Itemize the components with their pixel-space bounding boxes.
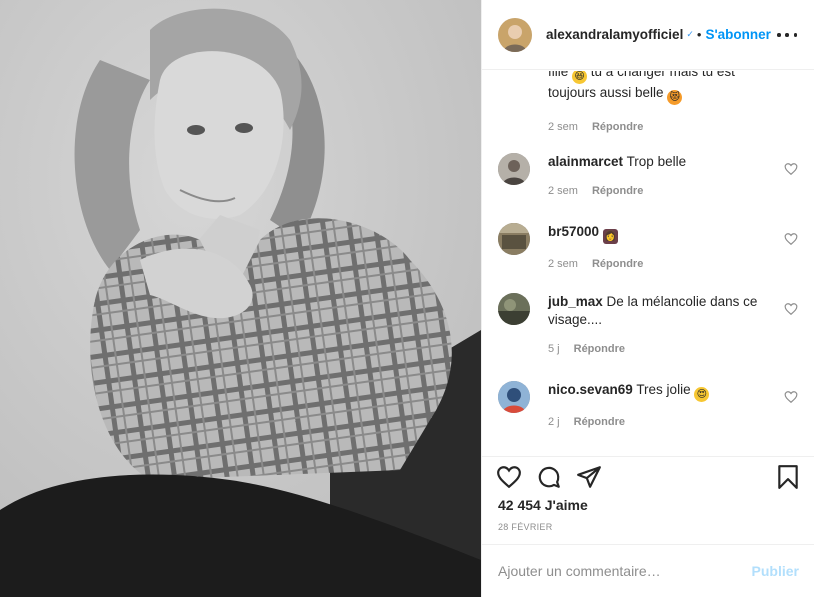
- publish-button[interactable]: Publier: [752, 563, 799, 579]
- like-comment-heart-icon[interactable]: [784, 390, 798, 404]
- comment-partial: fille 😆 tu a changer mais tu est toujour…: [548, 71, 778, 133]
- comment-icon[interactable]: [536, 464, 562, 490]
- comment-text: alainmarcet Trop belle: [548, 154, 687, 169]
- portrait-image: [0, 0, 481, 597]
- post-actions: 42 454 J'aime 28 février: [482, 456, 814, 544]
- comment-meta: 2 sem Répondre: [548, 185, 768, 197]
- post-photo[interactable]: [0, 0, 481, 597]
- comment-time: 2 sem: [548, 258, 578, 270]
- like-comment-heart-icon[interactable]: [784, 302, 798, 316]
- separator-dot: •: [696, 27, 702, 42]
- bookmark-icon[interactable]: [775, 464, 801, 490]
- comments-list[interactable]: fille 😆 tu a changer mais tu est toujour…: [482, 71, 814, 456]
- grinning-squint-face-emoji-icon: 😆: [572, 71, 588, 84]
- reply-button[interactable]: Répondre: [592, 121, 643, 133]
- reply-button[interactable]: Répondre: [574, 343, 625, 355]
- reply-button[interactable]: Répondre: [592, 258, 643, 270]
- heart-eyes-face-emoji-icon: 😍: [694, 387, 710, 402]
- commenter-avatar[interactable]: [498, 293, 530, 325]
- comment-meta: 2 sem Répondre: [548, 258, 768, 270]
- comment-time: 2 j: [548, 416, 560, 428]
- comment-text: br57000 👩: [548, 223, 768, 244]
- comment-meta: 2 sem Répondre: [548, 121, 778, 133]
- more-options-icon[interactable]: [777, 25, 797, 45]
- author-avatar[interactable]: [498, 17, 532, 52]
- commenter-username[interactable]: nico.sevan69: [548, 382, 633, 397]
- verified-badge-icon: ✓: [686, 29, 694, 39]
- commenter-username[interactable]: br57000: [548, 224, 599, 239]
- post-header: alexandralamyofficiel ✓ • S'abonner: [482, 0, 814, 70]
- reply-button[interactable]: Répondre: [574, 416, 625, 428]
- comment-meta: 2 j Répondre: [548, 416, 768, 428]
- commenter-username[interactable]: jub_max: [548, 294, 603, 309]
- author-username[interactable]: alexandralamyofficiel: [546, 27, 683, 42]
- comment-composer: Publier: [482, 544, 814, 597]
- comment-text: fille 😆 tu a changer mais tu est toujour…: [548, 71, 735, 105]
- cat-face-emoji-icon: 😻: [667, 90, 683, 105]
- comment-text: jub_max De la mélancolie dans ce visage.…: [548, 294, 758, 327]
- like-comment-heart-icon[interactable]: [784, 162, 798, 176]
- follow-button[interactable]: S'abonner: [705, 27, 770, 42]
- likes-count[interactable]: 42 454 J'aime: [498, 497, 588, 513]
- heart-icon[interactable]: [496, 464, 522, 490]
- share-icon[interactable]: [576, 464, 602, 490]
- reply-button[interactable]: Répondre: [592, 185, 643, 197]
- commenter-avatar[interactable]: [498, 381, 530, 413]
- like-comment-heart-icon[interactable]: [784, 232, 798, 246]
- commenter-avatar[interactable]: [498, 153, 530, 185]
- commenter-username[interactable]: alainmarcet: [548, 154, 623, 169]
- comment-time: 2 sem: [548, 121, 578, 133]
- comment-text: nico.sevan69 Tres jolie 😍: [548, 381, 768, 402]
- person-emoji-icon: 👩: [602, 229, 618, 244]
- comment-input[interactable]: [498, 563, 752, 579]
- post-date[interactable]: 28 février: [498, 522, 553, 532]
- comment-time: 2 sem: [548, 185, 578, 197]
- commenter-avatar[interactable]: [498, 223, 530, 255]
- post-side-panel: alexandralamyofficiel ✓ • S'abonner fill…: [481, 0, 814, 597]
- comment-time: 5 j: [548, 343, 560, 355]
- comment-meta: 5 j Répondre: [548, 343, 768, 355]
